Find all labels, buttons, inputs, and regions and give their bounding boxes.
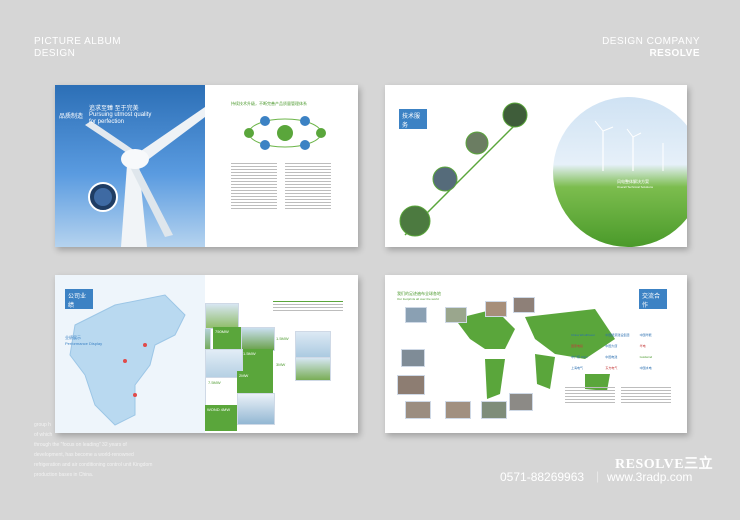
spread2-left-page: 技术服务 xyxy=(385,85,535,247)
partner-logo: Goldwind xyxy=(639,355,653,359)
wind-farm-circle-image: 风电整体解决方案 Overall Technical Solutions xyxy=(553,97,687,247)
meeting-photo-4 xyxy=(513,297,535,313)
figure-7: 3MW xyxy=(276,362,286,367)
meeting-photo-3 xyxy=(485,301,507,317)
header-right: DESIGN COMPANY RESOLVE xyxy=(602,36,700,60)
bottom-line2: of which xyxy=(34,432,53,438)
meeting-photo-6 xyxy=(397,375,425,395)
spread4-tag: 交流合作 xyxy=(639,289,667,309)
partner-logo: 中国电建 xyxy=(605,355,618,359)
bottom-description: group h of which through the "focus on l… xyxy=(34,420,204,480)
meeting-photo-7 xyxy=(405,401,431,419)
partner-logo: 华电 xyxy=(639,344,646,348)
bottom-line6: production bases in China. xyxy=(34,472,94,478)
bottom-line3: through the "focus on leading" 32 years … xyxy=(34,442,127,448)
footer-separator: | xyxy=(596,469,600,483)
spread3-right-page: 750MW 1.5MW 7.5MW 2MW WOND 4MW 1.5MW 3MW xyxy=(205,275,358,433)
figure-5: WOND 4MW xyxy=(207,407,231,412)
spread4-text-col2 xyxy=(621,387,671,405)
process-cycle-diagram xyxy=(244,116,326,150)
spread-cooperation: 我们的足迹遍布全球各地 Our footprints all over the … xyxy=(385,275,687,433)
turbines-graphic xyxy=(594,120,664,171)
partner-logo: 中国大唐 xyxy=(605,344,618,348)
partner-logo: 中国能源建设集团 xyxy=(605,333,630,337)
spread4-text-col1 xyxy=(565,387,615,405)
figure-1: 750MW xyxy=(215,329,229,334)
partner-logo: 中国水电 xyxy=(639,366,652,370)
spread1-title-cn: 追求至臻 至于完美 xyxy=(89,106,139,112)
project-photo-3 xyxy=(241,327,275,351)
project-photo-7 xyxy=(295,357,331,381)
header-left-line2: DESIGN xyxy=(34,48,76,59)
header-right-line2: RESOLVE xyxy=(649,48,700,59)
partner-logo: 东方电气 xyxy=(605,366,618,370)
project-photo-2 xyxy=(205,303,239,329)
spread1-right-page: 持续技术升级，不断完善产品质量管理体系 xyxy=(205,85,358,247)
bottom-line5: refrigeration and air conditioning contr… xyxy=(34,462,153,468)
map-label-en: Performance Display xyxy=(65,341,103,346)
phone-number: 0571-88269963 xyxy=(500,470,585,484)
spread2-caption-en: Overall Technical Solutions xyxy=(617,185,653,189)
spread-technical-service: 技术服务 风电整体解决方案 Overall Technical Solution… xyxy=(385,85,687,247)
bottom-line1: group h xyxy=(34,422,51,428)
meeting-photo-8 xyxy=(445,401,471,419)
header-left-line1: PICTURE ALBUM xyxy=(34,36,122,47)
spread-quality: 品质制造 追求至臻 至于完美 Pursuing utmost quality f… xyxy=(55,85,358,247)
spread3-left-page: 公司业绩 业绩展示 Performance Display xyxy=(55,275,205,433)
spread-performance: 公司业绩 业绩展示 Performance Display 750MW 1.5M… xyxy=(55,275,358,433)
partner-logo: 中广核 CGN xyxy=(571,355,588,359)
meeting-photo-2 xyxy=(445,307,467,323)
figure-tile-4: 2MW xyxy=(237,371,273,393)
website-link[interactable]: www.3radp.com xyxy=(607,470,692,484)
figure-tile-3: 7.5MW xyxy=(205,377,239,407)
spread1-title-en: Pursuing utmost quality for perfection xyxy=(89,112,152,125)
figure-tile-5: WOND 4MW xyxy=(205,405,237,431)
spread1-text-col2 xyxy=(285,163,331,211)
spread3-text xyxy=(273,301,343,313)
partner-logo: 国家电投 xyxy=(571,344,584,348)
figure-4: 2MW xyxy=(239,373,249,378)
partner-logo: China WindPower xyxy=(571,333,596,337)
partner-logo: 中国华能 xyxy=(639,333,652,337)
header-left: PICTURE ALBUM DESIGN xyxy=(34,36,121,60)
figure-3: 7.5MW xyxy=(208,380,221,385)
spread4-right-page: 交流合作 China WindPower 中国能源建设集团 中国华能 国家电投 … xyxy=(535,275,687,433)
meeting-photo-9 xyxy=(481,401,507,419)
partner-logo: 上海电气 xyxy=(571,366,584,370)
meeting-photo-1 xyxy=(405,307,427,323)
spread1-tag: 品质制造 xyxy=(59,114,84,120)
bottom-line4: development, has become a world-renowned xyxy=(34,452,134,458)
spread2-right-page: 风电整体解决方案 Overall Technical Solutions xyxy=(535,85,687,247)
project-photo-6 xyxy=(295,331,331,359)
figure-tile-2: 1.5MW xyxy=(241,349,273,371)
header-right-line1: DESIGN COMPANY xyxy=(602,36,700,47)
figure-2: 1.5MW xyxy=(243,351,256,356)
figure-6: 1.5MW xyxy=(276,336,289,341)
partner-logo-grid: China WindPower 中国能源建设集团 中国华能 国家电投 中国大唐 … xyxy=(571,333,671,374)
spread1-text-col1 xyxy=(231,163,277,211)
spread1-left-page: 品质制造 追求至臻 至于完美 Pursuing utmost quality f… xyxy=(55,85,205,247)
service-timeline-diagram xyxy=(399,102,528,237)
figure-tile-1: 750MW xyxy=(213,327,241,349)
figure-tile-7: 3MW xyxy=(275,361,295,379)
spread1-heading: 持续技术升级，不断完善产品质量管理体系 xyxy=(231,101,307,106)
project-photo-5 xyxy=(237,393,275,425)
meeting-photo-10 xyxy=(509,393,533,411)
china-map-image xyxy=(69,294,186,426)
meeting-photo-5 xyxy=(401,349,425,367)
figure-tile-6: 1.5MW xyxy=(275,335,295,357)
